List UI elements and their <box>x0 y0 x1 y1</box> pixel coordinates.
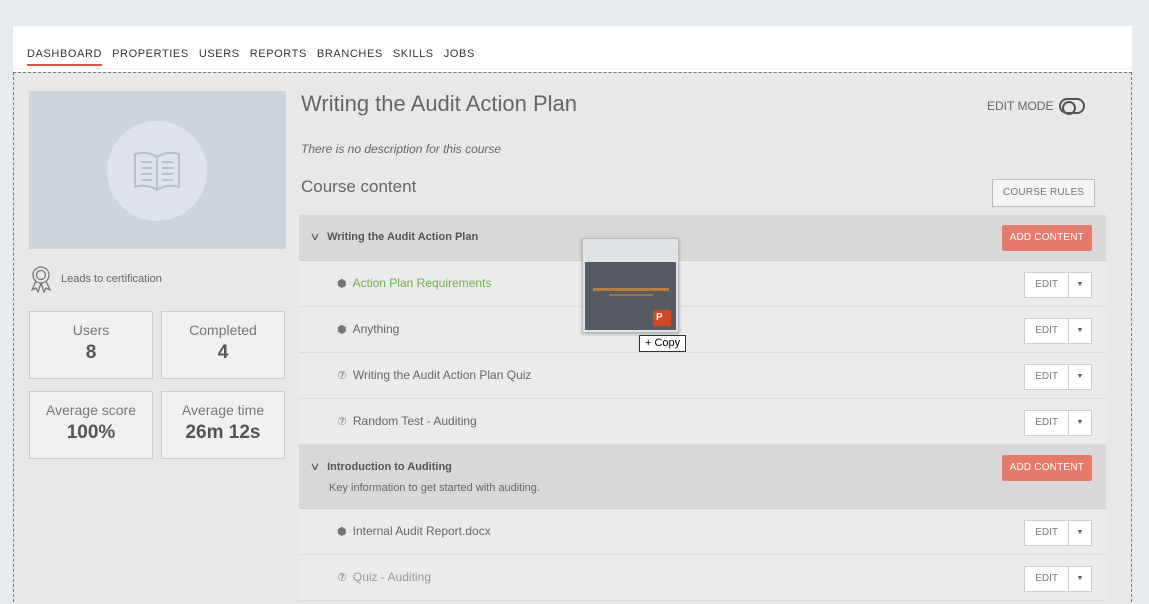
chevron-down-icon[interactable]: ∨ <box>309 230 320 243</box>
list-item[interactable]: ⬢ Anything EDIT ▼ <box>299 307 1106 353</box>
tab-properties[interactable]: PROPERTIES <box>112 48 189 66</box>
course-thumbnail[interactable] <box>29 91 286 249</box>
edit-button[interactable]: EDIT <box>1025 411 1069 435</box>
list-item[interactable]: ⬢ Internal Audit Report.docx EDIT ▼ <box>299 509 1106 555</box>
edit-group: EDIT ▼ <box>1024 272 1092 298</box>
tab-skills[interactable]: SKILLS <box>393 48 434 66</box>
edit-group: EDIT ▼ <box>1024 364 1092 390</box>
list-item[interactable]: ⑦ Random Test - Auditing EDIT ▼ <box>299 399 1106 445</box>
drag-preview[interactable]: P <box>582 238 679 333</box>
edit-button[interactable]: EDIT <box>1025 365 1069 389</box>
course-title: Writing the Audit Action Plan <box>301 91 577 116</box>
drop-zone: Leads to certification Users 8 Completed… <box>13 72 1132 604</box>
caret-down-icon[interactable]: ▼ <box>1069 273 1091 297</box>
edit-group: EDIT ▼ <box>1024 410 1092 436</box>
caret-down-icon[interactable]: ▼ <box>1069 365 1091 389</box>
stat-label: Users <box>72 322 110 338</box>
stat-value: 4 <box>217 342 229 363</box>
item-label[interactable]: Quiz - Auditing <box>353 570 431 584</box>
question-icon: ⑦ <box>337 571 347 584</box>
chevron-down-icon[interactable]: ∨ <box>309 460 320 473</box>
book-icon <box>107 121 207 221</box>
certification-note: Leads to certification <box>29 265 162 293</box>
stat-value: 26m 12s <box>185 422 261 443</box>
edit-button[interactable]: EDIT <box>1025 567 1069 591</box>
powerpoint-icon: P <box>653 310 671 326</box>
tab-branches[interactable]: BRANCHES <box>317 48 383 66</box>
edit-group: EDIT ▼ <box>1024 318 1092 344</box>
award-icon <box>30 266 52 293</box>
edit-button[interactable]: EDIT <box>1025 273 1069 297</box>
tab-dashboard[interactable]: DASHBOARD <box>27 48 103 66</box>
question-icon: ⑦ <box>337 369 347 382</box>
stat-value: 8 <box>85 342 97 363</box>
add-content-button[interactable]: ADD CONTENT <box>1001 455 1092 481</box>
list-item[interactable]: ⑦ Writing the Audit Action Plan Quiz EDIT… <box>299 353 1106 399</box>
caret-down-icon[interactable]: ▼ <box>1069 411 1091 435</box>
caret-down-icon[interactable]: ▼ <box>1069 521 1091 545</box>
list-item[interactable]: ⬢ Action Plan Requirements EDIT ▼ <box>299 261 1106 307</box>
item-label[interactable]: Random Test - Auditing <box>353 414 477 428</box>
tab-users[interactable]: USERS <box>199 48 240 66</box>
edit-button[interactable]: EDIT <box>1025 521 1069 545</box>
top-nav: DASHBOARD PROPERTIES USERS REPORTS BRANC… <box>27 48 485 66</box>
item-label[interactable]: Internal Audit Report.docx <box>353 524 491 538</box>
item-label[interactable]: Action Plan Requirements <box>353 276 492 290</box>
add-content-button[interactable]: ADD CONTENT <box>1001 225 1092 251</box>
edit-mode-toggle[interactable] <box>1059 98 1086 115</box>
stat-label: Average time <box>181 402 265 418</box>
course-description: There is no description for this course <box>301 142 502 156</box>
edit-button[interactable]: EDIT <box>1025 319 1069 343</box>
main-panel: DASHBOARD PROPERTIES USERS REPORTS BRANC… <box>13 26 1132 604</box>
caret-down-icon[interactable]: ▼ <box>1069 319 1091 343</box>
section-header[interactable]: ∨ Writing the Audit Action Plan ADD CONTE… <box>299 215 1106 261</box>
edit-group: EDIT ▼ <box>1024 566 1092 592</box>
box-icon: ⬢ <box>337 277 347 290</box>
tab-jobs[interactable]: JOBS <box>444 48 475 66</box>
slide-thumbnail: P <box>585 262 676 330</box>
section-header[interactable]: ∨ Introduction to Auditing Key informatio… <box>299 445 1106 509</box>
section-title: Writing the Audit Action Plan <box>327 230 479 243</box>
box-icon: ⬢ <box>337 323 347 336</box>
edit-group: EDIT ▼ <box>1024 520 1092 546</box>
stat-average-time: Average time 26m 12s <box>161 391 285 459</box>
list-item[interactable]: ⑦ Quiz - Auditing EDIT ▼ <box>299 555 1106 601</box>
item-label[interactable]: Writing the Audit Action Plan Quiz <box>353 368 532 382</box>
cert-label: Leads to certification <box>61 273 162 285</box>
course-content-heading: Course content <box>301 177 417 196</box>
stat-value: 100% <box>66 422 116 443</box>
section-description: Key information to get started with audi… <box>329 482 540 494</box>
stat-completed: Completed 4 <box>161 311 285 379</box>
edit-mode-control[interactable]: EDIT MODE <box>987 98 1086 115</box>
nav-divider <box>13 68 1132 69</box>
stat-label: Average score <box>45 402 136 418</box>
caret-down-icon[interactable]: ▼ <box>1069 567 1091 591</box>
stat-average-score: Average score 100% <box>29 391 153 459</box>
stat-label: Completed <box>189 322 257 338</box>
copy-tooltip: + Copy <box>639 335 687 352</box>
edit-mode-label: EDIT MODE <box>987 99 1054 113</box>
item-label[interactable]: Anything <box>353 322 400 336</box>
course-rules-button[interactable]: COURSE RULES <box>992 179 1096 207</box>
question-icon: ⑦ <box>337 415 347 428</box>
tab-reports[interactable]: REPORTS <box>250 48 307 66</box>
stat-users: Users 8 <box>29 311 153 379</box>
section-title: Introduction to Auditing <box>327 460 452 473</box>
box-icon: ⬢ <box>337 525 347 538</box>
